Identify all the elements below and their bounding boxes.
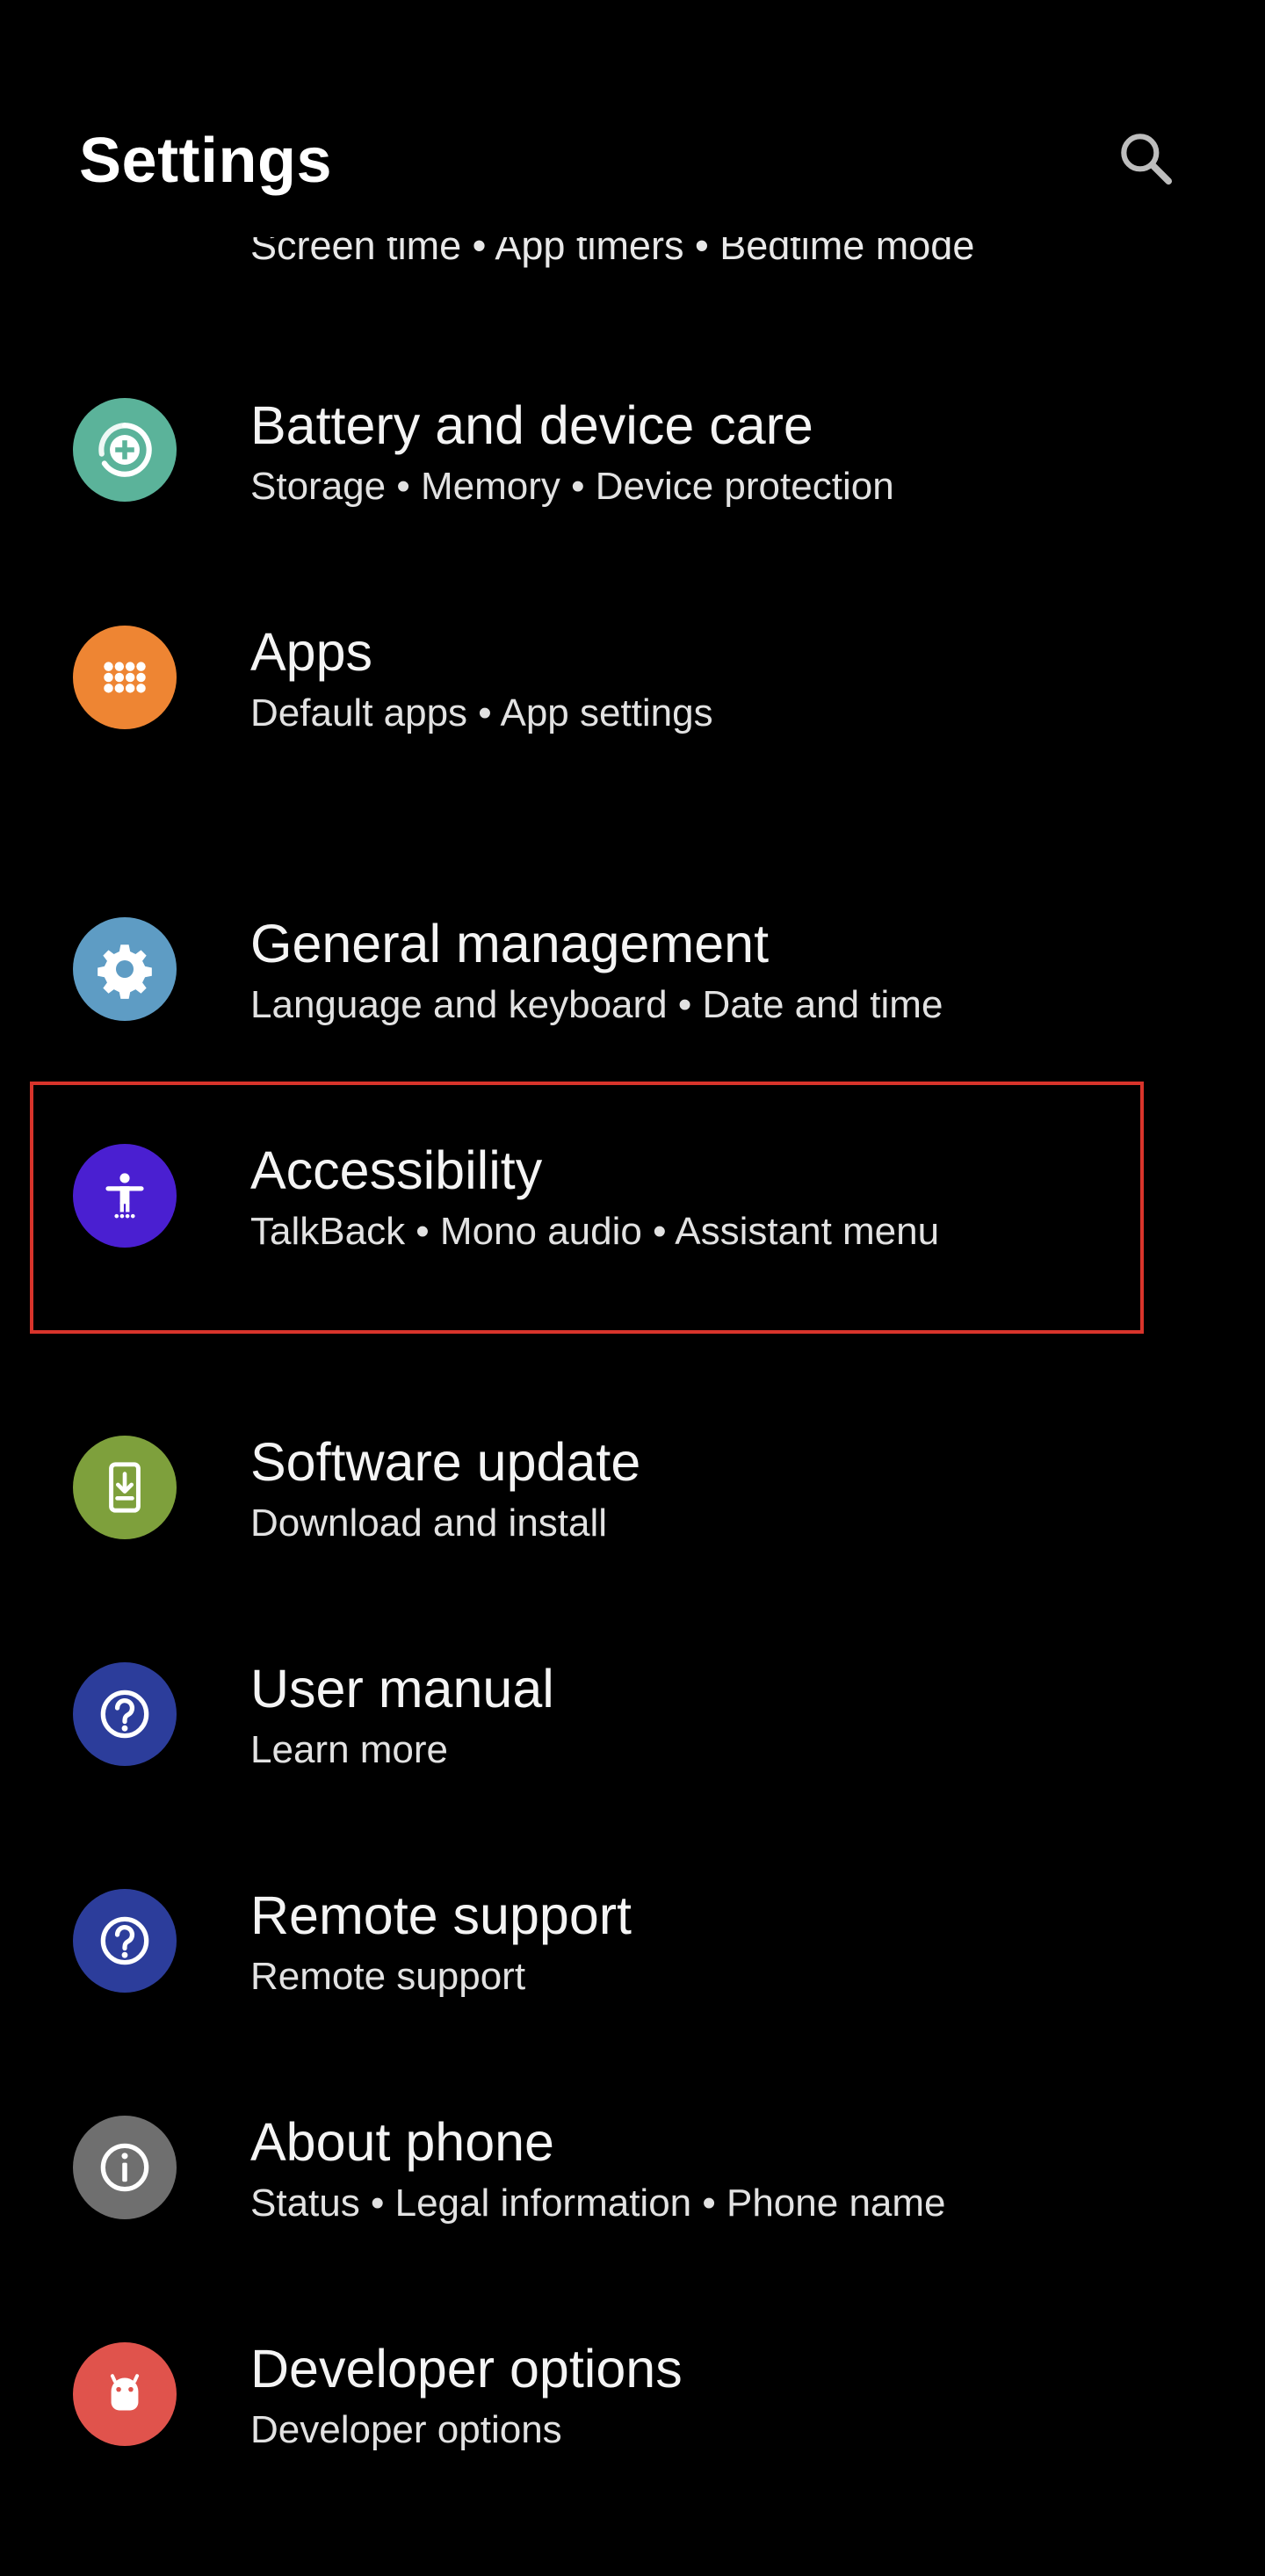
search-icon [1121,134,1173,185]
page-title: Settings [79,126,333,196]
apps-grid-icon [73,626,177,729]
settings-item-apps[interactable]: Apps Default apps • App settings [0,589,1265,764]
settings-item-subtitle: Language and keyboard • Date and time [250,983,943,1026]
settings-item-title: About phone [250,2112,554,2172]
settings-item-subtitle: Status • Legal information • Phone name [250,2182,946,2225]
settings-item-remote-support[interactable]: Remote support Remote support [0,1852,1265,2028]
settings-item-subtitle: Developer options [250,2408,562,2451]
accessibility-icon [73,1144,177,1248]
settings-item-title: General management [250,914,770,973]
settings-item-title: Developer options [250,2339,683,2399]
settings-item-title: Software update [250,1432,641,1492]
settings-item-subtitle: Storage • Memory • Device protection [250,465,894,508]
settings-item-user-manual[interactable]: User manual Learn more [0,1625,1265,1801]
android-icon [73,2342,177,2446]
settings-item-software-update[interactable]: Software update Download and install [0,1399,1265,1574]
settings-item-general-management[interactable]: General management Language and keyboard… [0,880,1265,1056]
settings-item-title: User manual [250,1659,554,1719]
digital-wellbeing-subtitle: Screen time • App timers • Bedtime mode [250,237,975,268]
settings-item-subtitle: Download and install [250,1501,608,1545]
question-icon [73,1662,177,1766]
settings-item-accessibility[interactable]: Accessibility TalkBack • Mono audio • As… [0,1107,1265,1283]
settings-item-title: Battery and device care [250,395,813,455]
app-header: Settings [0,0,1265,237]
software-update-icon [73,1436,177,1539]
partial-item-clip: Screen time • App timers • Bedtime mode [0,237,1265,286]
info-icon [73,2116,177,2219]
settings-item-developer-options[interactable]: Developer options Developer options [0,2305,1265,2481]
settings-item-about-phone[interactable]: About phone Status • Legal information •… [0,2079,1265,2254]
settings-item-subtitle: Remote support [250,1955,526,1998]
settings-item-title: Remote support [250,1885,632,1945]
gear-icon [73,917,177,1021]
settings-item-battery[interactable]: Battery and device care Storage • Memory… [0,362,1265,538]
question-icon [73,1889,177,1993]
settings-item-subtitle: Learn more [250,1728,449,1771]
settings-item-subtitle: Default apps • App settings [250,691,713,734]
settings-item-title: Apps [250,622,373,682]
settings-item-title: Accessibility [250,1140,543,1200]
battery-care-icon [73,398,177,502]
search-button[interactable] [1107,119,1184,197]
settings-item-subtitle: TalkBack • Mono audio • Assistant menu [250,1210,940,1253]
